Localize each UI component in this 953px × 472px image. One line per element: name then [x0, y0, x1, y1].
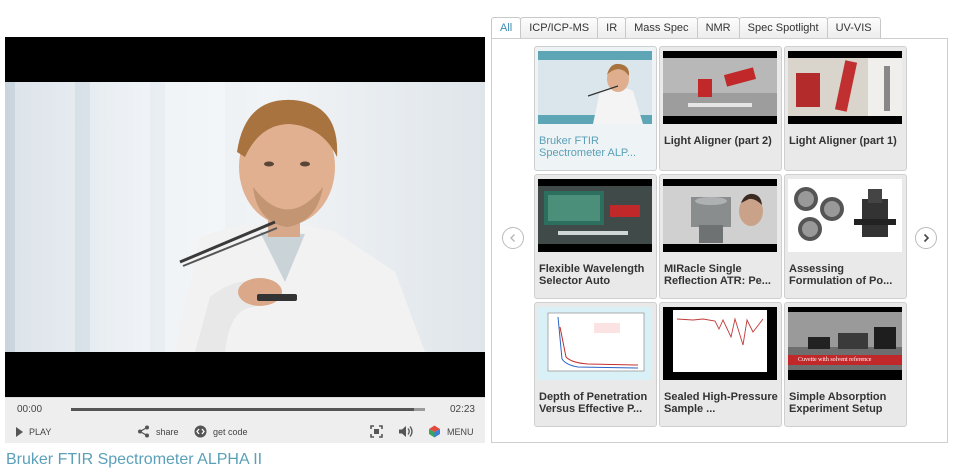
player-controls: 00:00 02:23 PLAY share get code MENU: [5, 397, 485, 443]
progress-bar[interactable]: [71, 408, 425, 411]
video-thumbnail: [538, 307, 652, 380]
volume-button[interactable]: [398, 425, 420, 439]
video-card[interactable]: Depth of Penetration Versus Effective P.…: [534, 302, 657, 427]
share-button[interactable]: share: [137, 425, 179, 439]
video-card-title: Light Aligner (part 2): [664, 135, 772, 147]
video-gallery: Bruker FTIR Spectrometer ALP... Light Al…: [491, 38, 948, 443]
video-card[interactable]: Sealed High-Pressure Sample ...: [659, 302, 782, 427]
video-card-title: Bruker FTIR Spectrometer ALP...: [539, 135, 637, 159]
play-button[interactable]: PLAY: [16, 425, 51, 439]
share-icon: [137, 425, 150, 440]
video-card[interactable]: Assessing Formulation of Po...: [784, 174, 907, 299]
video-thumbnail: [788, 51, 902, 124]
play-icon: [16, 427, 23, 437]
video-thumbnail: [663, 307, 777, 380]
tab-uv-vis[interactable]: UV-VIS: [826, 17, 881, 39]
video-card-title: Flexible Wavelength Selector Auto: [539, 263, 645, 287]
time-total: 02:23: [449, 404, 475, 415]
category-tabs: All ICP/ICP-MS IR Mass Spec NMR Spec Spo…: [491, 17, 881, 40]
video-card[interactable]: Cuvette with solvent reference Simple Ab…: [784, 302, 907, 427]
video-thumbnail: Cuvette with solvent reference: [788, 307, 902, 380]
chevron-right-icon: [923, 233, 930, 243]
video-card[interactable]: Bruker FTIR Spectrometer ALP...: [534, 46, 657, 171]
get-code-button[interactable]: get code: [194, 425, 248, 439]
video-card-title: Depth of Penetration Versus Effective P.…: [539, 391, 648, 415]
tab-icp-icp-ms[interactable]: ICP/ICP-MS: [520, 17, 599, 39]
progress-fill: [71, 408, 415, 411]
tab-nmr[interactable]: NMR: [696, 17, 740, 39]
play-label: PLAY: [29, 427, 52, 437]
video-thumbnail: [663, 179, 777, 252]
video-card[interactable]: MIRacle Single Reflection ATR: Pe...: [659, 174, 782, 299]
menu-label: MENU: [447, 427, 474, 437]
fullscreen-button[interactable]: [370, 424, 389, 440]
video-card[interactable]: Flexible Wavelength Selector Auto: [534, 174, 657, 299]
share-label: share: [156, 427, 179, 437]
video-card[interactable]: Light Aligner (part 2): [659, 46, 782, 171]
menu-icon: [428, 425, 441, 440]
video-scene: [5, 82, 485, 352]
video-player[interactable]: 00:00 02:23 PLAY share get code MENU: [5, 37, 485, 443]
volume-icon: [398, 425, 414, 440]
tab-mass-spec[interactable]: Mass Spec: [625, 17, 698, 39]
tab-spec-spotlight[interactable]: Spec Spotlight: [738, 17, 828, 39]
video-card[interactable]: Light Aligner (part 1): [784, 46, 907, 171]
video-thumbnail: [788, 179, 902, 252]
prev-page-button[interactable]: [502, 227, 524, 249]
get-code-label: get code: [213, 427, 248, 437]
scientist-image: [175, 99, 425, 352]
video-frame[interactable]: [5, 37, 485, 397]
video-thumbnail: [663, 51, 777, 124]
tab-all[interactable]: All: [491, 17, 522, 40]
menu-button[interactable]: MENU: [428, 425, 474, 439]
code-icon: [194, 425, 207, 440]
video-thumbnail: [538, 179, 652, 252]
time-elapsed: 00:00: [17, 404, 43, 415]
video-card-title: MIRacle Single Reflection ATR: Pe...: [664, 263, 771, 287]
video-card-title: Assessing Formulation of Po...: [789, 263, 893, 287]
video-card-title: Simple Absorption Experiment Setup: [789, 391, 887, 415]
video-card-title: Light Aligner (part 1): [789, 135, 897, 147]
video-card-title: Sealed High-Pressure Sample ...: [664, 391, 778, 415]
next-page-button[interactable]: [915, 227, 937, 249]
thumbnail-caption: Cuvette with solvent reference: [798, 357, 872, 363]
tab-ir[interactable]: IR: [597, 17, 627, 39]
fullscreen-icon: [370, 424, 383, 440]
video-title[interactable]: Bruker FTIR Spectrometer ALPHA II: [6, 451, 262, 469]
chevron-left-icon: [509, 233, 516, 243]
video-thumbnail: [538, 51, 652, 124]
